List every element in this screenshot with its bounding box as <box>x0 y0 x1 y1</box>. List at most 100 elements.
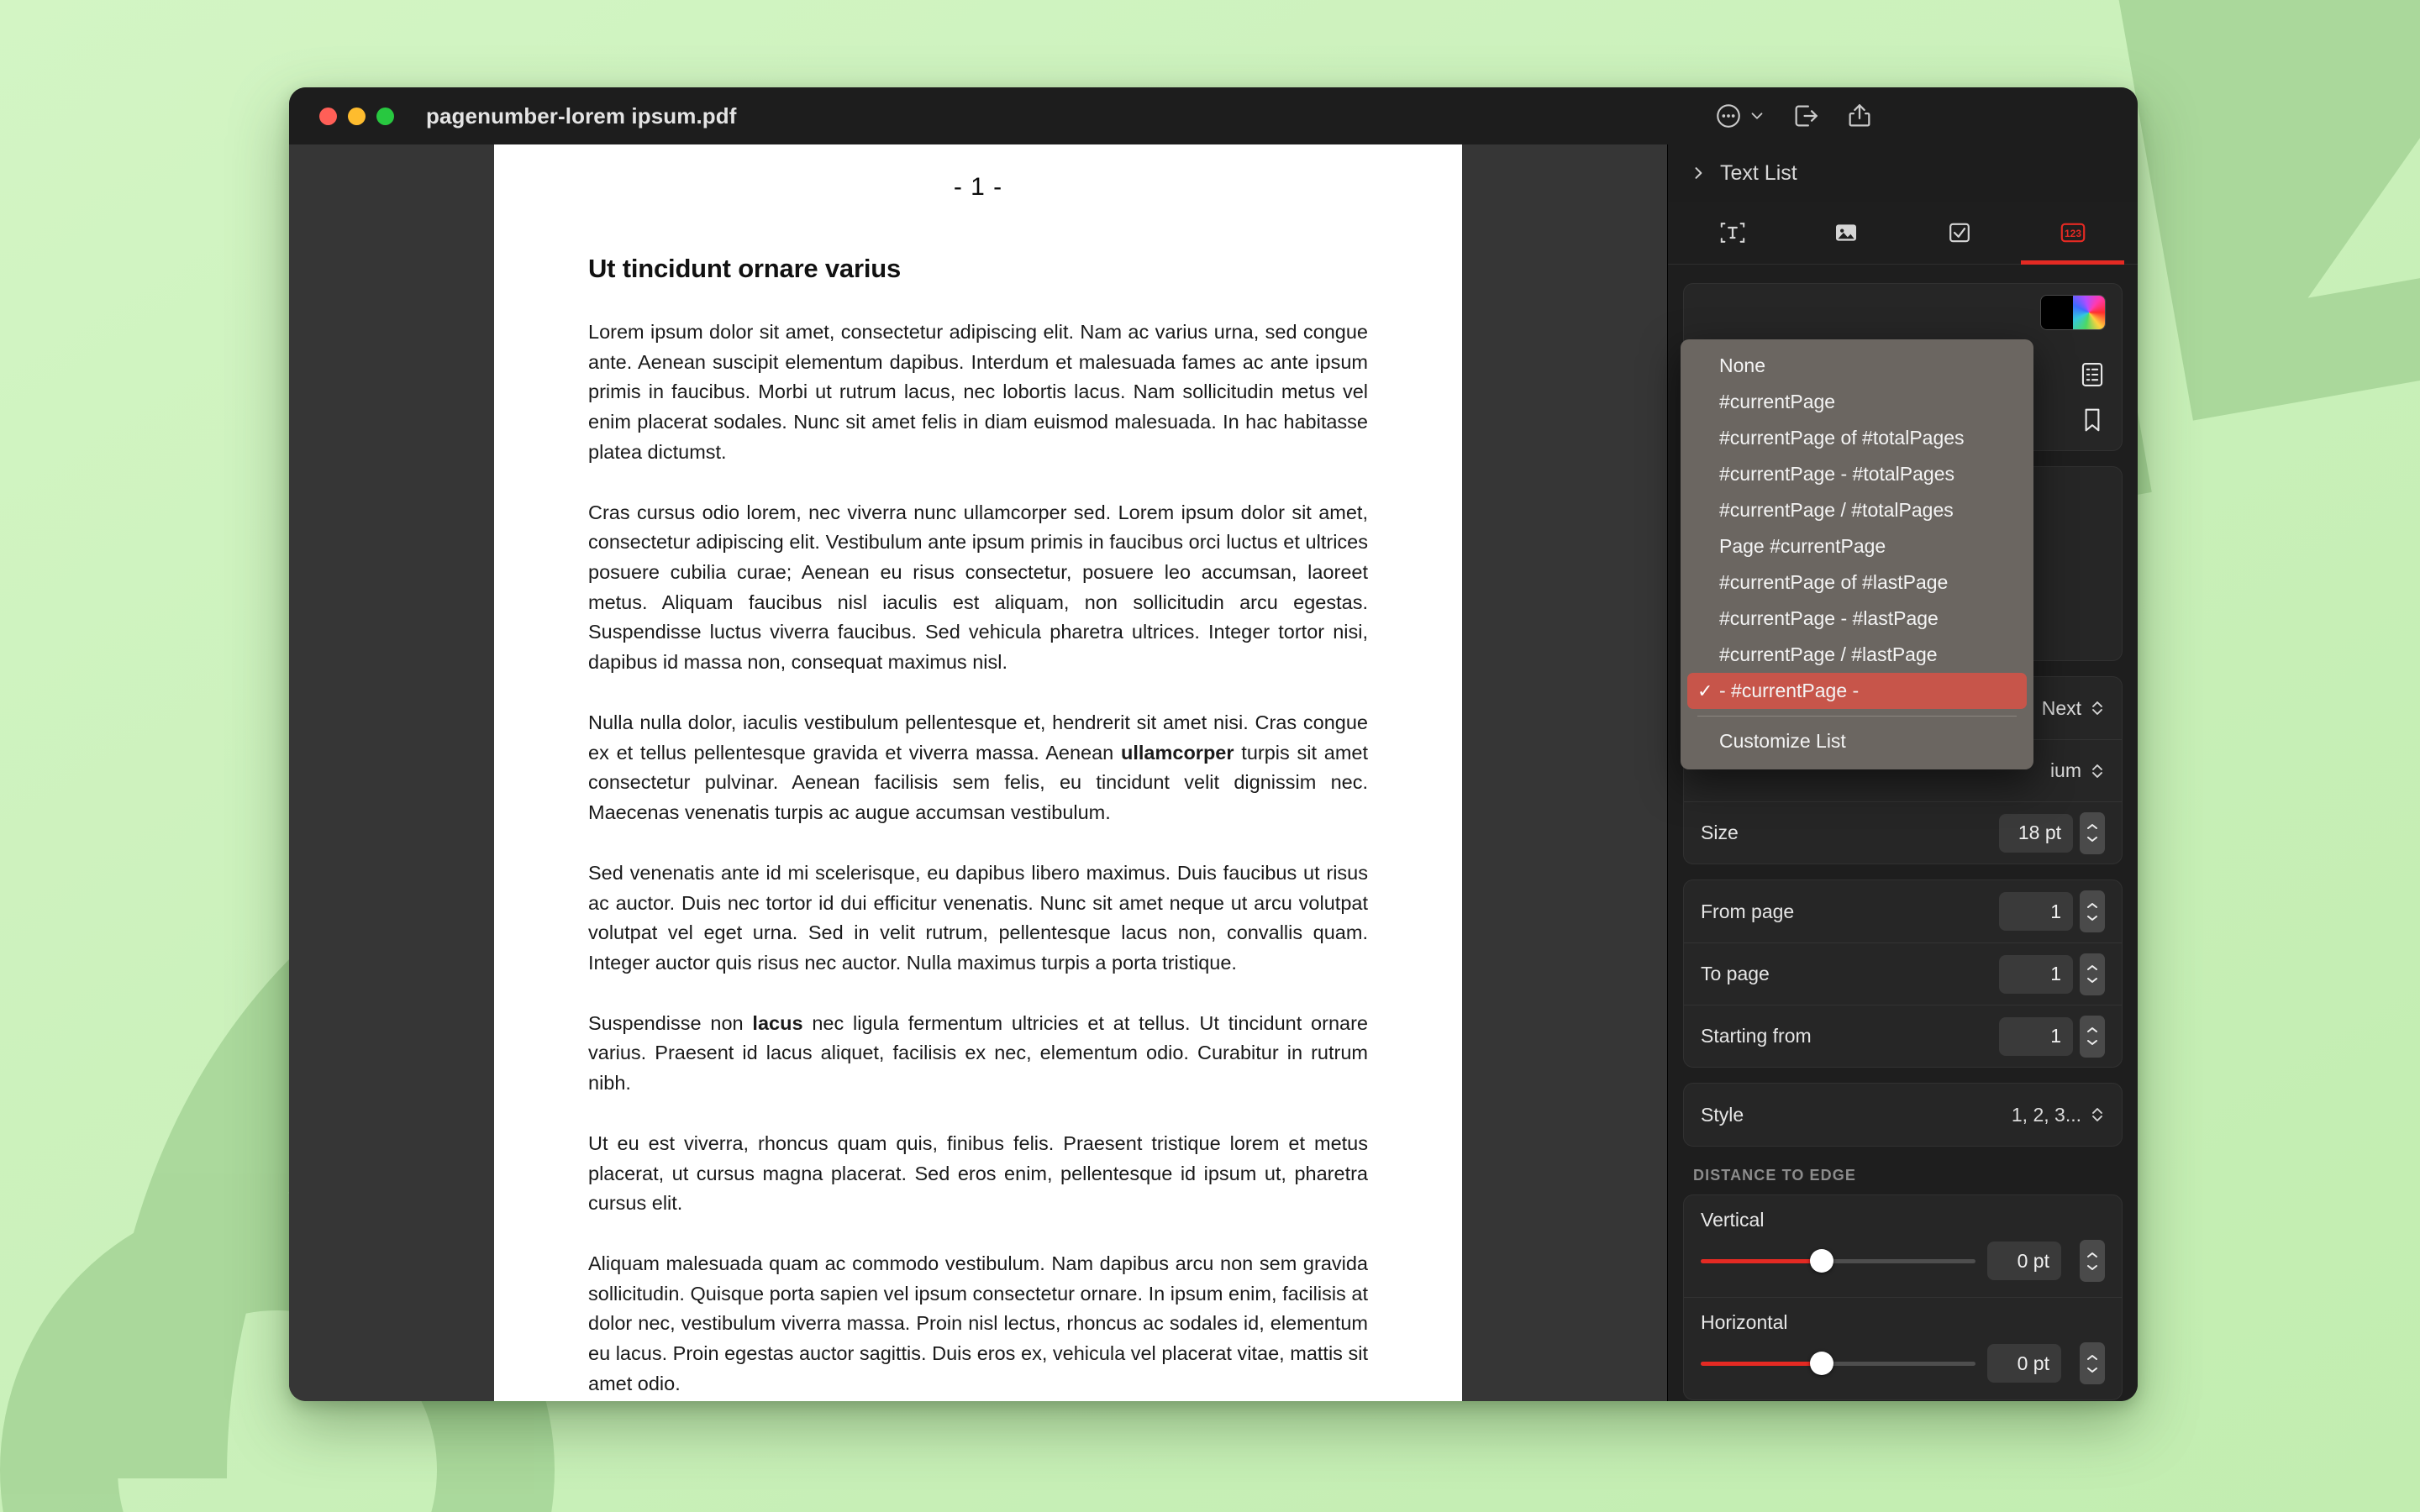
size-input[interactable]: 18 pt <box>1999 813 2073 853</box>
image-icon <box>1836 224 1857 241</box>
tab-page-number[interactable]: 123 <box>2016 202 2129 265</box>
size-label: Size <box>1701 822 1739 844</box>
stepper-down-icon <box>2087 978 2097 984</box>
menu-item-label: - #currentPage - <box>1719 680 1860 701</box>
size-stepper[interactable] <box>2080 811 2105 854</box>
from-page-label: From page <box>1701 900 1795 922</box>
horizontal-slider-row[interactable]: 0 pt <box>1684 1336 2122 1399</box>
horizontal-slider[interactable] <box>1701 1352 1975 1376</box>
menu-item[interactable]: None <box>1681 348 2033 384</box>
slider-knob[interactable] <box>1809 1352 1833 1376</box>
stepper-up-icon <box>2087 902 2097 908</box>
page-number-header: - 1 - <box>953 173 1003 201</box>
more-options-icon <box>1717 104 1740 128</box>
more-options-button[interactable] <box>1714 102 1766 130</box>
vertical-input[interactable]: 0 pt <box>1987 1242 2061 1281</box>
window-controls[interactable] <box>319 107 394 125</box>
page-format-dropdown-menu[interactable]: None #currentPage #currentPage of #totalPa… <box>1681 339 2033 769</box>
menu-item-label: #currentPage - #totalPages <box>1719 463 1955 485</box>
menu-item-label: #currentPage / #lastPage <box>1719 643 1938 665</box>
paragraph: Lorem ipsum dolor sit amet, consectetur … <box>588 321 1368 463</box>
starting-from-row[interactable]: Starting from 1 <box>1684 1005 2122 1067</box>
close-button[interactable] <box>319 107 337 125</box>
stepper-up-icon <box>2087 1027 2097 1033</box>
from-page-stepper[interactable] <box>2080 890 2105 933</box>
menu-separator <box>1697 716 2017 717</box>
tab-text[interactable] <box>1676 202 1790 264</box>
menu-item[interactable]: #currentPage - #lastPage <box>1681 601 2033 637</box>
paragraph: Ut eu est viverra, rhoncus quam quis, fi… <box>588 1131 1368 1215</box>
share-button[interactable] <box>1845 102 1874 130</box>
bookmark-icon[interactable] <box>2080 407 2105 433</box>
export-button[interactable] <box>1791 102 1820 130</box>
menu-item[interactable]: #currentPage <box>1681 384 2033 420</box>
document-heading: Ut tincidunt ornare varius <box>588 254 902 283</box>
preview-actions <box>2080 361 2105 433</box>
starting-from-stepper[interactable] <box>2080 1015 2105 1058</box>
checkbox-icon <box>1949 223 1970 243</box>
stepper-up-icon <box>2087 965 2097 971</box>
stepper-down-icon <box>2087 915 2097 921</box>
panel-header: Text List <box>1668 144 2138 202</box>
vertical-stepper[interactable] <box>2080 1240 2105 1283</box>
from-page-input[interactable]: 1 <box>1999 892 2073 932</box>
menu-item-customize-list[interactable]: Customize List <box>1681 723 2033 759</box>
color-swatch[interactable] <box>2041 296 2105 330</box>
to-page-input[interactable]: 1 <box>1999 954 2073 994</box>
stepper-up-icon <box>2087 1354 2097 1360</box>
minimize-button[interactable] <box>348 107 366 125</box>
horizontal-stepper[interactable] <box>2080 1342 2105 1385</box>
menu-item-label: #currentPage of #totalPages <box>1719 427 1965 449</box>
menu-item-list: None #currentPage #currentPage of #totalPa… <box>1681 348 2033 709</box>
paragraph-with-bold: Suspendisse non lacus nec ligula ferment… <box>588 1009 1368 1099</box>
stepper-down-icon <box>2087 1264 2097 1270</box>
menu-item[interactable]: ✓ - #currentPage - <box>1687 673 2027 709</box>
starting-from-input[interactable]: 1 <box>1999 1016 2073 1056</box>
stepper-down-icon <box>2087 837 2097 843</box>
panel-tab-bar: 123 <box>1668 202 2138 265</box>
from-page-row[interactable]: From page 1 <box>1684 880 2122 942</box>
menu-item[interactable]: #currentPage - #totalPages <box>1681 456 2033 492</box>
menu-item[interactable]: #currentPage / #lastPage <box>1681 637 2033 673</box>
menu-item[interactable]: #currentPage of #totalPages <box>1681 420 2033 456</box>
distance-card: Vertical 0 pt Horizontal 0 pt <box>1683 1194 2123 1401</box>
style-card: Style 1, 2, 3... <box>1683 1083 2123 1147</box>
horizontal-slider-group: Horizontal 0 pt <box>1684 1297 2122 1399</box>
to-page-stepper[interactable] <box>2080 953 2105 995</box>
vertical-slider-row[interactable]: 0 pt <box>1684 1233 2122 1297</box>
svg-text:123: 123 <box>2065 228 2081 239</box>
zoom-button[interactable] <box>376 107 394 125</box>
menu-item[interactable]: #currentPage of #lastPage <box>1681 564 2033 601</box>
paragraph-with-bold: Nulla nulla dolor, iaculis vestibulum pe… <box>588 708 1368 828</box>
inspector-panel: Text List 123 Next ium Size 18 pt From p… <box>1667 144 2138 1401</box>
document-canvas[interactable]: - 1 - Ut tincidunt ornare varius Lorem i… <box>289 144 1667 1401</box>
tab-image[interactable] <box>1790 202 1903 264</box>
to-page-row[interactable]: To page 1 <box>1684 942 2122 1005</box>
check-icon: ✓ <box>1697 680 1713 701</box>
starting-from-label: Starting from <box>1701 1025 1812 1047</box>
size-row[interactable]: Size 18 pt <box>1684 801 2122 864</box>
menu-item-label: Page #currentPage <box>1719 535 1886 557</box>
chevron-updown-icon <box>2092 701 2102 715</box>
horizontal-input[interactable]: 0 pt <box>1987 1344 2061 1383</box>
paragraph: Sed venenatis ante id mi scelerisque, eu… <box>588 861 1368 974</box>
position-value: Next <box>2041 696 2081 719</box>
export-icon <box>1795 105 1818 127</box>
menu-item-label: #currentPage - #lastPage <box>1719 607 1939 629</box>
vertical-slider-group: Vertical 0 pt <box>1684 1195 2122 1297</box>
menu-item[interactable]: Page #currentPage <box>1681 528 2033 564</box>
slider-knob[interactable] <box>1809 1249 1833 1273</box>
swatch-color-black <box>2041 296 2073 330</box>
text-box-icon <box>1721 223 1745 243</box>
list-icon[interactable] <box>2080 361 2105 388</box>
menu-item-label: #currentPage of #lastPage <box>1719 571 1949 593</box>
vertical-slider[interactable] <box>1701 1249 1975 1273</box>
vertical-label: Vertical <box>1701 1209 1765 1231</box>
share-icon <box>1849 104 1870 127</box>
paragraph: Cras cursus odio lorem, nec viverra nunc… <box>588 501 1368 674</box>
tab-checkbox[interactable] <box>1903 202 2017 264</box>
menu-item[interactable]: #currentPage / #totalPages <box>1681 492 2033 528</box>
pdf-page: - 1 - Ut tincidunt ornare varius Lorem i… <box>494 144 1462 1401</box>
chevron-right-icon[interactable] <box>1690 165 1707 181</box>
style-row[interactable]: Style 1, 2, 3... <box>1684 1084 2122 1146</box>
